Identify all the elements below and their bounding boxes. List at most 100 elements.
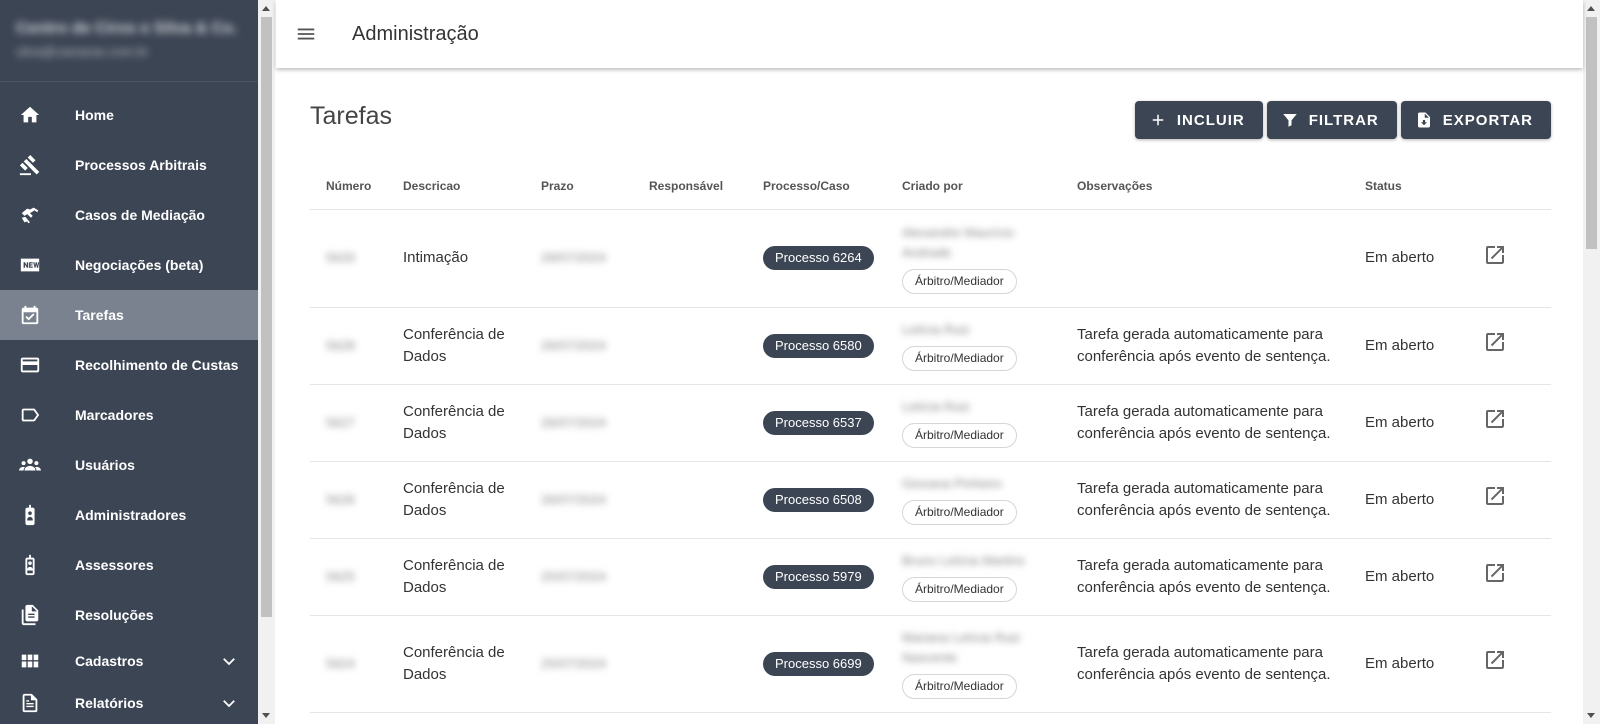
task-deadline: 26/07/2024 [541, 414, 607, 430]
sidebar-item-administradores[interactable]: Administradores [0, 490, 258, 540]
sidebar-user-header: Centro de Ciros e Silva & Co. silva@cama… [0, 0, 258, 82]
main-content: Tarefas INCLUIR FILTRAR EXPORTAR Número … [276, 68, 1583, 724]
process-chip[interactable]: Processo 6508 [763, 487, 874, 512]
process-chip[interactable]: Processo 6699 [763, 651, 874, 676]
column-header-observacoes[interactable]: Observações [1061, 163, 1349, 210]
sidebar-item-label: Processos Arbitrais [75, 157, 207, 173]
column-header-status[interactable]: Status [1349, 163, 1467, 210]
badge-icon [18, 553, 42, 577]
role-chip: Árbitro/Mediador [902, 674, 1017, 699]
task-deadline: 29/07/2024 [541, 250, 607, 265]
open-in-new-icon[interactable] [1483, 651, 1507, 676]
sidebar-item-label: Negociações (beta) [75, 257, 204, 273]
table-row[interactable]: 5624 Conferência de Dados 25/07/2024 Pro… [310, 615, 1551, 713]
task-status: Em aberto [1349, 209, 1467, 308]
task-responsible [633, 461, 747, 539]
task-deadline: 26/07/2024 [541, 337, 607, 353]
action-buttons: INCLUIR FILTRAR EXPORTAR [1134, 101, 1551, 139]
creator-name: Bruno Letícia Martins [902, 553, 1025, 568]
task-observations: Tarefa gerada automaticamente para confe… [1061, 461, 1349, 539]
sidebar-item-label: Home [75, 107, 114, 123]
scrollbar-thumb[interactable] [1586, 17, 1597, 249]
column-header-descricao[interactable]: Descricao [387, 163, 525, 210]
column-header-prazo[interactable]: Prazo [525, 163, 633, 210]
column-header-actions [1467, 163, 1551, 210]
sidebar-item-cadastros[interactable]: Cadastros [0, 640, 258, 682]
open-in-new-icon[interactable] [1483, 487, 1507, 512]
gavel-icon [18, 153, 42, 177]
task-observations [1061, 209, 1349, 308]
task-number: 5625 [326, 568, 355, 584]
sidebar: Centro de Ciros e Silva & Co. silva@cama… [0, 0, 258, 724]
creator-name: Letícia Ruiz [902, 399, 970, 414]
sidebar-item-negociacoes[interactable]: Negociações (beta) [0, 240, 258, 290]
main-scrollbar[interactable] [1583, 0, 1600, 724]
scroll-up-arrow-icon[interactable] [1587, 6, 1595, 11]
sidebar-item-usuarios[interactable]: Usuários [0, 440, 258, 490]
sidebar-item-marcadores[interactable]: Marcadores [0, 390, 258, 440]
sidebar-item-label: Tarefas [75, 307, 124, 323]
task-number: 5626 [326, 491, 355, 507]
sidebar-item-assessores[interactable]: Assessores [0, 540, 258, 590]
chevron-down-icon[interactable] [220, 694, 238, 712]
table-row[interactable]: 5628 Conferência de Dados 26/07/2024 Pro… [310, 307, 1551, 385]
table-row[interactable]: 5627 Conferência de Dados 26/07/2024 Pro… [310, 384, 1551, 462]
sidebar-item-label: Marcadores [75, 407, 154, 423]
sidebar-item-resolucoes[interactable]: Resoluções [0, 590, 258, 640]
role-chip: Árbitro/Mediador [902, 268, 1017, 294]
sidebar-item-tarefas[interactable]: Tarefas [0, 290, 258, 340]
filter-button-label: FILTRAR [1308, 111, 1379, 129]
sidebar-item-processos-arbitrais[interactable]: Processos Arbitrais [0, 140, 258, 190]
table-row[interactable]: 5626 Conferência de Dados 26/07/2024 Pro… [310, 461, 1551, 539]
process-chip[interactable]: Processo 5979 [763, 564, 874, 589]
open-in-new-icon[interactable] [1483, 245, 1507, 271]
grid-icon [18, 649, 42, 673]
sidebar-item-home[interactable]: Home [0, 90, 258, 140]
hamburger-menu-icon[interactable] [294, 22, 318, 46]
chevron-down-icon[interactable] [220, 652, 238, 670]
creator-name: Giovana Pinheiro [902, 476, 1002, 491]
column-header-numero[interactable]: Número [310, 163, 387, 210]
open-in-new-icon[interactable] [1483, 333, 1507, 358]
sidebar-item-label: Usuários [75, 457, 135, 473]
sidebar-scrollbar[interactable] [258, 0, 275, 724]
table-row[interactable]: 5625 Conferência de Dados 25/07/2024 Pro… [310, 538, 1551, 616]
file-export-icon [1417, 112, 1430, 128]
documents-icon [18, 603, 42, 627]
filter-button[interactable]: FILTRAR [1266, 101, 1397, 139]
column-header-responsavel[interactable]: Responsável [633, 163, 747, 210]
task-status: Em aberto [1349, 538, 1467, 616]
scroll-down-arrow-icon[interactable] [1587, 713, 1595, 718]
credit-card-icon [18, 353, 42, 377]
column-header-processo[interactable]: Processo/Caso [747, 163, 886, 210]
sidebar-item-casos-mediacao[interactable]: Casos de Mediação [0, 190, 258, 240]
table-row[interactable]: 5633 Intimação 29/07/2024 Processo 6264 … [310, 209, 1551, 308]
process-chip[interactable]: Processo 6264 [763, 246, 874, 270]
open-in-new-icon[interactable] [1483, 564, 1507, 589]
sidebar-user-name: Centro de Ciros e Silva & Co. [16, 20, 238, 37]
task-responsible [633, 615, 747, 713]
sidebar-item-recolhimento-custas[interactable]: Recolhimento de Custas [0, 340, 258, 390]
scroll-up-arrow-icon[interactable] [262, 6, 270, 11]
export-button[interactable]: EXPORTAR [1400, 101, 1551, 139]
open-in-new-icon[interactable] [1483, 410, 1507, 435]
scroll-down-arrow-icon[interactable] [262, 713, 270, 718]
sidebar-user-email: silva@camaras.com.br [16, 44, 149, 59]
task-responsible [633, 209, 747, 308]
handshake-icon [18, 203, 42, 227]
sidebar-item-relatorios[interactable]: Relatórios [0, 682, 258, 724]
process-chip[interactable]: Processo 6580 [763, 333, 874, 358]
process-chip[interactable]: Processo 6537 [763, 410, 874, 435]
task-observations: Tarefa gerada automaticamente para confe… [1061, 307, 1349, 385]
task-number: 5633 [326, 250, 355, 265]
scrollbar-thumb[interactable] [261, 17, 272, 617]
sidebar-item-label: Cadastros [75, 653, 144, 669]
task-observations: Tarefa gerada automaticamente para confe… [1061, 384, 1349, 462]
creator-name: Mariana Letícia Ruiz Nascente [902, 630, 1021, 665]
task-observations: Tarefa gerada automaticamente para confe… [1061, 615, 1349, 713]
include-button[interactable]: INCLUIR [1134, 101, 1263, 139]
new-badge-icon [18, 253, 42, 277]
label-icon [18, 403, 42, 427]
column-header-criado-por[interactable]: Criado por [886, 163, 1061, 210]
task-status: Em aberto [1349, 307, 1467, 385]
